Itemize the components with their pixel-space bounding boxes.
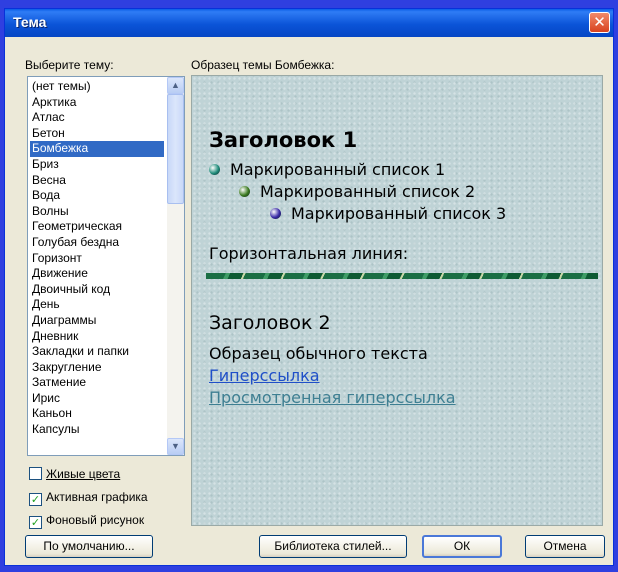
theme-list-item[interactable]: Атлас: [30, 110, 164, 126]
theme-list-item[interactable]: (нет темы): [30, 79, 164, 95]
bullet-2-icon: [239, 186, 250, 197]
theme-list-item[interactable]: Закладки и папки: [30, 344, 164, 360]
preview-hr-label: Горизонтальная линия:: [209, 244, 409, 263]
theme-list-item[interactable]: Двоичный код: [30, 282, 164, 298]
preview-heading-2: Заголовок 2: [209, 312, 331, 334]
ok-button[interactable]: ОК: [422, 535, 502, 558]
theme-list-item[interactable]: Дневник: [30, 329, 164, 345]
preview-bullet-1: Маркированный список 1: [209, 160, 445, 179]
theme-list-item[interactable]: Горизонт: [30, 251, 164, 267]
preview-heading-1: Заголовок 1: [209, 128, 358, 152]
preview-bullet-2: Маркированный список 2: [239, 182, 475, 201]
cancel-button[interactable]: Отмена: [525, 535, 605, 558]
theme-list-item[interactable]: Бриз: [30, 157, 164, 173]
window-title: Тема: [13, 14, 47, 30]
theme-list-item[interactable]: Диаграммы: [30, 313, 164, 329]
preview-normal-text: Образец обычного текста: [209, 344, 428, 363]
theme-dialog: Тема ✕ Выберите тему: (нет темы) Арктика А…: [4, 8, 614, 566]
bullet-2-text: Маркированный список 2: [260, 182, 476, 201]
preview-horizontal-line: [206, 273, 598, 279]
scroll-thumb[interactable]: [167, 94, 184, 204]
preview-bullet-3: Маркированный список 3: [270, 204, 506, 223]
background-image-checkbox[interactable]: ✓: [29, 516, 42, 529]
theme-list-item[interactable]: Ирис: [30, 391, 164, 407]
theme-list-item[interactable]: День: [30, 297, 164, 313]
style-gallery-button[interactable]: Библиотека стилей...: [259, 535, 407, 558]
bullet-3-icon: [270, 208, 281, 219]
list-scrollbar[interactable]: ▲ ▼: [167, 77, 184, 455]
bullet-1-text: Маркированный список 1: [230, 160, 446, 179]
theme-list-item[interactable]: Вода: [30, 188, 164, 204]
title-bar[interactable]: Тема ✕: [5, 9, 613, 37]
theme-listbox[interactable]: (нет темы) Арктика Атлас Бетон Бомбежка Бриз В…: [27, 76, 185, 456]
bullet-1-icon: [209, 164, 220, 175]
theme-list[interactable]: (нет темы) Арктика Атлас Бетон Бомбежка Бриз В…: [28, 77, 164, 438]
preview-hyperlink[interactable]: Гиперссылка: [209, 366, 320, 385]
theme-list-item[interactable]: Закругление: [30, 360, 164, 376]
theme-list-item[interactable]: Бетон: [30, 126, 164, 142]
vivid-colors-label: Живые цвета: [46, 467, 121, 481]
theme-list-item[interactable]: Голубая бездна: [30, 235, 164, 251]
default-button[interactable]: По умолчанию...: [25, 535, 153, 558]
theme-list-item[interactable]: Движение: [30, 266, 164, 282]
active-graphics-label: Активная графика: [46, 490, 148, 504]
theme-list-item[interactable]: Геометрическая: [30, 219, 164, 235]
theme-list-item[interactable]: Весна: [30, 173, 164, 189]
scroll-down-icon[interactable]: ▼: [167, 438, 184, 455]
theme-list-item[interactable]: Бомбежка: [30, 141, 164, 157]
preview-label: Образец темы Бомбежка:: [191, 58, 335, 72]
close-button[interactable]: ✕: [589, 12, 610, 33]
scroll-up-icon[interactable]: ▲: [167, 77, 184, 94]
bullet-3-text: Маркированный список 3: [291, 204, 507, 223]
background-image-label: Фоновый рисунок: [46, 513, 145, 527]
theme-list-item[interactable]: Затмение: [30, 375, 164, 391]
theme-list-item[interactable]: Арктика: [30, 95, 164, 111]
active-graphics-option[interactable]: ✓ Активная графика: [29, 490, 148, 506]
theme-list-label: Выберите тему:: [25, 58, 114, 72]
theme-list-item[interactable]: Каньон: [30, 406, 164, 422]
theme-list-item[interactable]: Капсулы: [30, 422, 164, 438]
preview-visited-link[interactable]: Просмотренная гиперссылка: [209, 388, 456, 407]
active-graphics-checkbox[interactable]: ✓: [29, 493, 42, 506]
background-image-option[interactable]: ✓ Фоновый рисунок: [29, 513, 144, 529]
theme-list-item[interactable]: Волны: [30, 204, 164, 220]
vivid-colors-checkbox[interactable]: [29, 467, 42, 480]
vivid-colors-option[interactable]: Живые цвета: [29, 467, 120, 481]
theme-preview: Заголовок 1 Маркированный список 1 Марки…: [191, 75, 603, 526]
